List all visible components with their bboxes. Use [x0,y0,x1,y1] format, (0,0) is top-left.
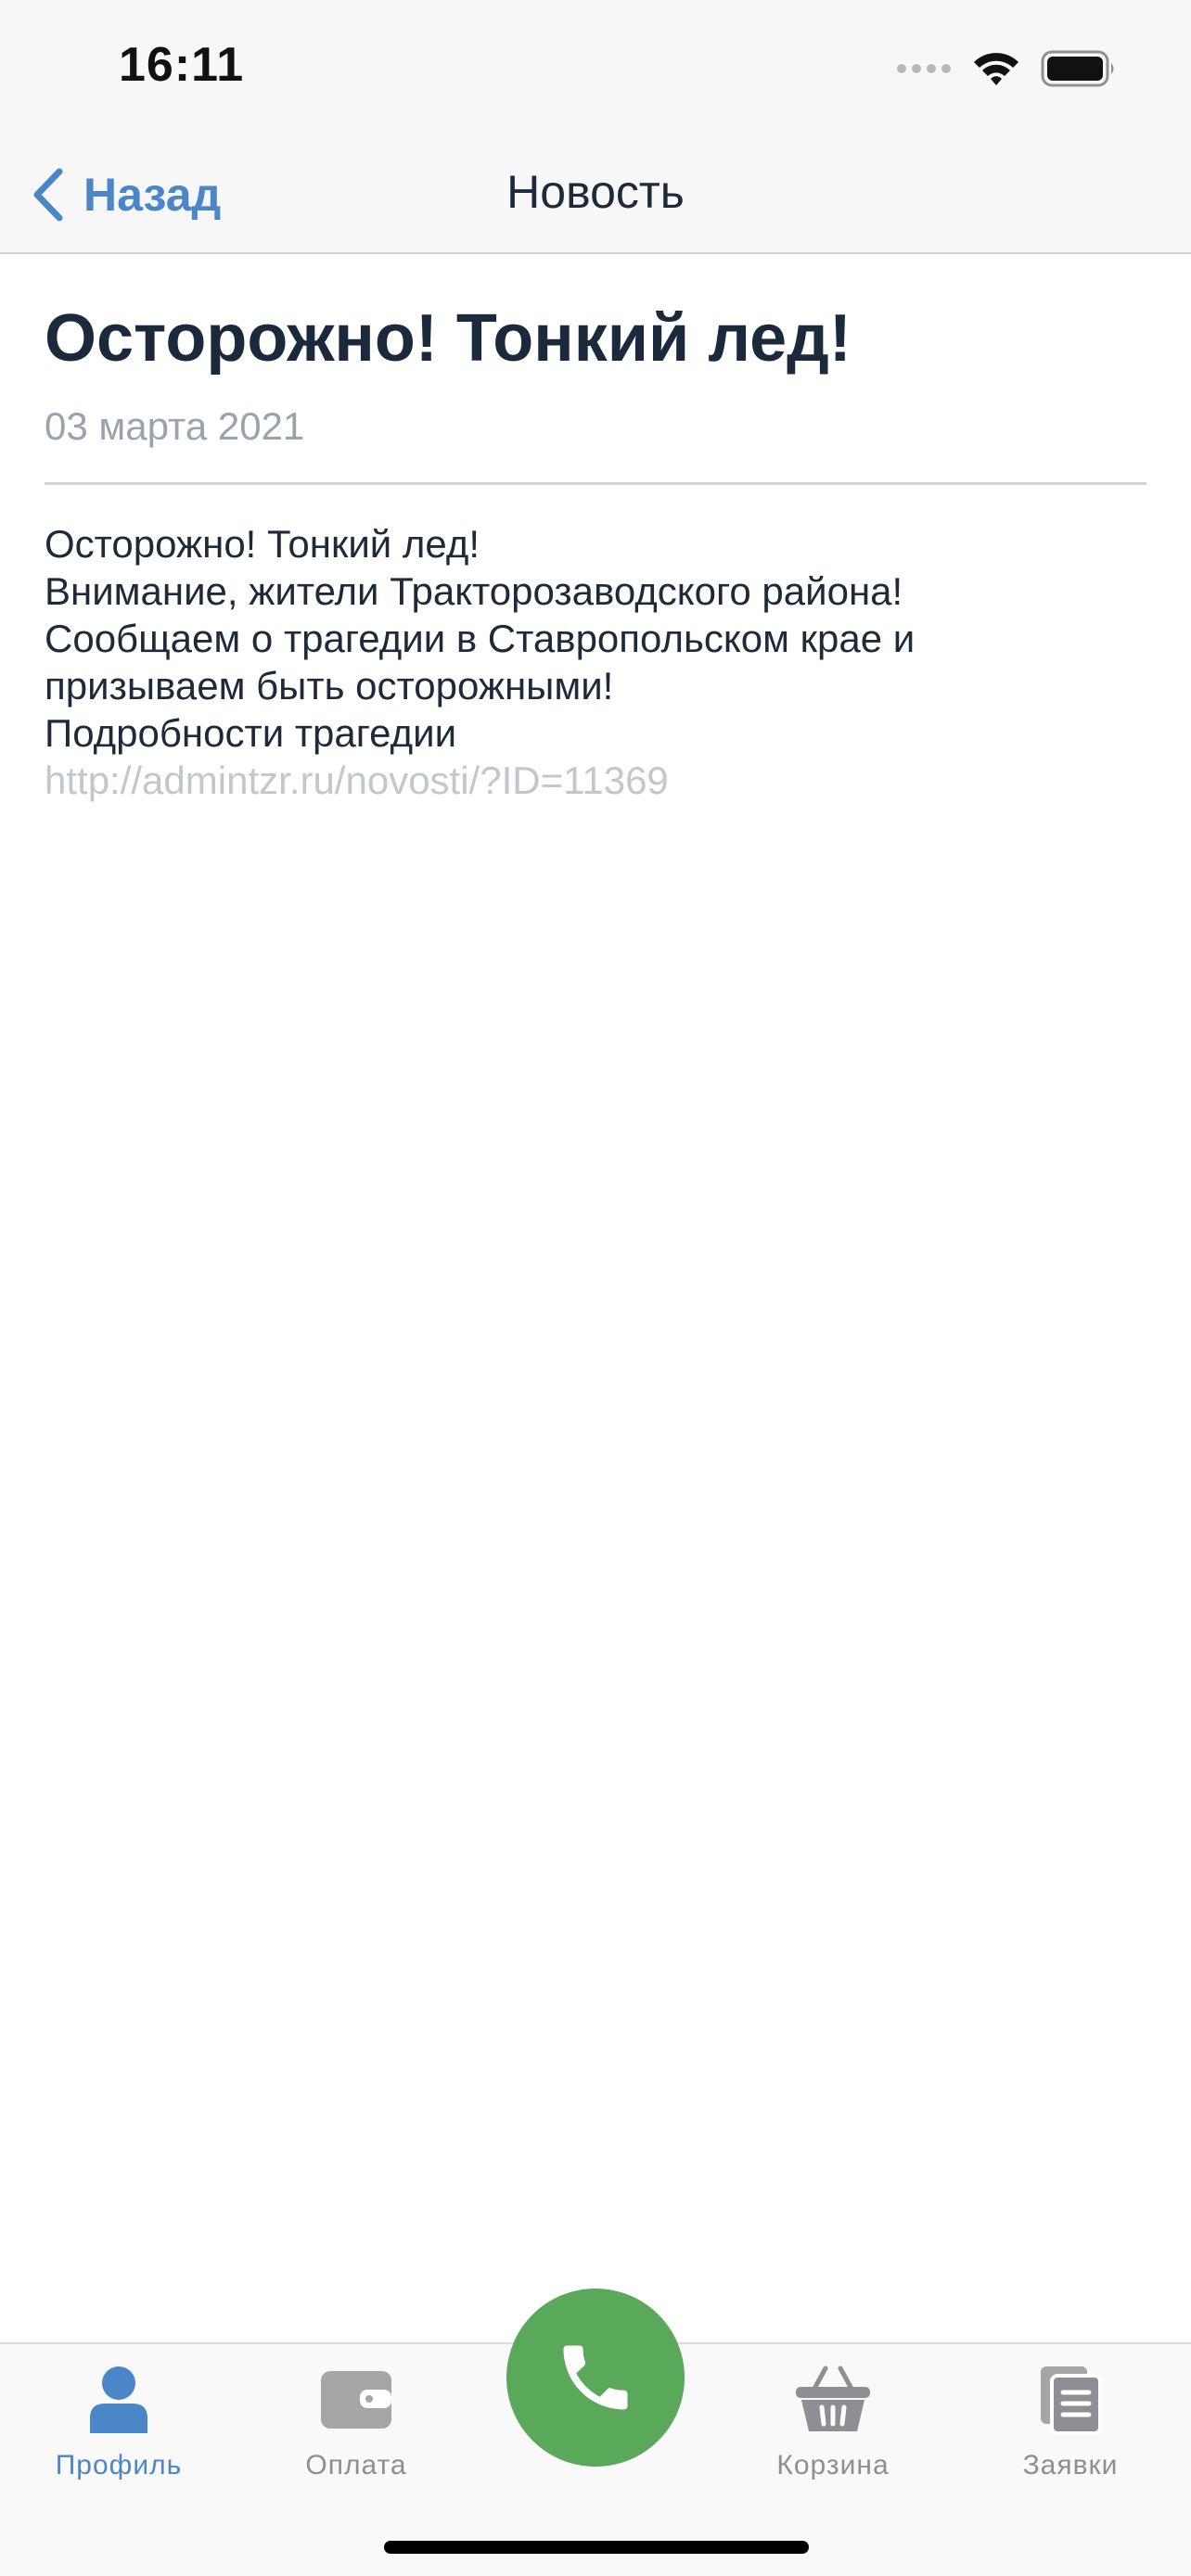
tab-label: Профиль [55,2450,183,2480]
article-body-line: Осторожно! Тонкий лед! [45,522,480,566]
article-body: Осторожно! Тонкий лед! Внимание, жители … [45,520,1146,804]
navigation-bar: Назад Новость [0,139,1191,254]
page-title: Новость [506,166,685,218]
status-time: 16:11 [119,38,245,92]
wallet-icon [317,2363,395,2437]
status-bar: 16:11 [0,0,1191,139]
battery-icon [1041,50,1114,87]
tab-requests[interactable]: Заявки [978,2363,1163,2502]
call-button[interactable] [506,2289,685,2467]
basket-icon [794,2363,872,2437]
cellular-signal-icon [897,64,951,73]
documents-icon [1031,2363,1109,2437]
phone-icon [563,2345,628,2410]
article-date: 03 марта 2021 [45,404,305,448]
article-title: Осторожно! Тонкий лед! [45,301,852,376]
news-screen: 16:11 Назад Новость Осторожно! Тонкий ле… [0,0,1191,2576]
article-body-line: Сообщаем о трагедии в Ставропольском кра… [45,617,916,660]
tab-label: Заявки [1022,2450,1119,2480]
tab-basket[interactable]: Корзина [740,2363,926,2502]
article-link[interactable]: http://admintzr.ru/novosti/?ID=11369 [45,757,1146,804]
tab-profile[interactable]: Профиль [26,2363,211,2502]
news-article: Осторожно! Тонкий лед! 03 марта 2021 Ост… [45,297,1146,804]
status-icons [896,46,1117,91]
home-indicator [384,2541,809,2554]
divider [45,482,1146,485]
article-body-line: Внимание, жители Тракторозаводского райо… [45,569,903,613]
profile-icon [80,2363,158,2437]
tab-label: Оплата [305,2450,407,2480]
tab-payment[interactable]: Оплата [263,2363,449,2502]
article-body-line: призываем быть осторожными! [45,664,614,708]
wifi-icon [974,53,1018,85]
article-body-line: Подробности трагедии [45,711,457,755]
tab-label: Корзина [776,2450,890,2480]
